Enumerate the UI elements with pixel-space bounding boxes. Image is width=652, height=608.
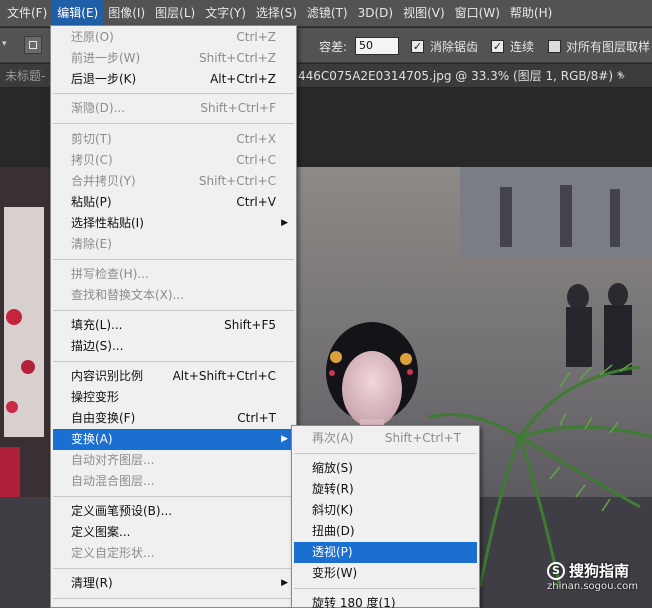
menu-type[interactable]: 文字(Y) <box>200 0 251 27</box>
menu-item-find-replace[interactable]: 查找和替换文本(X)... <box>53 285 294 306</box>
menu-select[interactable]: 选择(S) <box>251 0 302 27</box>
menu-item-distort[interactable]: 扭曲(D) <box>294 521 477 542</box>
menu-item-step-backward[interactable]: 后退一步(K) Alt+Ctrl+Z <box>53 69 294 90</box>
submenu-arrow-icon: ▶ <box>281 218 288 228</box>
menu-item-step-forward[interactable]: 前进一步(W) Shift+Ctrl+Z <box>53 48 294 69</box>
menu-item-define-custom-shape[interactable]: 定义自定形状... <box>53 543 294 564</box>
menu-filter[interactable]: 滤镜(T) <box>302 0 353 27</box>
menu-item-content-aware-scale[interactable]: 内容识别比例 Alt+Shift+Ctrl+C <box>53 366 294 387</box>
menu-item-auto-align-layers[interactable]: 自动对齐图层... <box>53 450 294 471</box>
menu-item-spell-check[interactable]: 拼写检查(H)... <box>53 264 294 285</box>
menu-3d[interactable]: 3D(D) <box>353 0 398 27</box>
watermark-logo-text: 搜狗指南 <box>568 562 629 580</box>
menu-item-rotate[interactable]: 旋转(R) <box>294 479 477 500</box>
tolerance-input[interactable]: 50 <box>355 37 399 55</box>
submenu-arrow-icon: ▶ <box>281 578 288 588</box>
watermark: S 搜狗指南 zhinan.sogou.com <box>546 560 638 592</box>
menu-item-fill[interactable]: 填充(L)... Shift+F5 <box>53 315 294 336</box>
watermark-logo: S 搜狗指南 <box>546 560 638 581</box>
menu-item-paste-special[interactable]: 选择性粘贴(I) ▶ <box>53 213 294 234</box>
menu-item-paste[interactable]: 粘贴(P) Ctrl+V <box>53 192 294 213</box>
menu-item-cut[interactable]: 剪切(T) Ctrl+X <box>53 129 294 150</box>
menu-item-undo[interactable]: 还原(O) Ctrl+Z <box>53 27 294 48</box>
antialias-checkbox[interactable]: ✓ <box>411 40 424 53</box>
menu-edit[interactable]: 编辑(E) <box>52 0 104 27</box>
menu-item-again[interactable]: 再次(A) Shift+Ctrl+T <box>294 428 477 449</box>
tab-untitled[interactable]: 未标题- <box>5 64 45 88</box>
menu-item-fade[interactable]: 渐隐(D)... Shift+Ctrl+F <box>53 98 294 119</box>
menu-item-puppet-warp[interactable]: 操控变形 <box>53 387 294 408</box>
menu-item-free-transform[interactable]: 自由变换(F) Ctrl+T <box>53 408 294 429</box>
menu-item-rotate-180[interactable]: 旋转 180 度(1) <box>294 593 477 608</box>
edit-menu-dropdown: 还原(O) Ctrl+Z 前进一步(W) Shift+Ctrl+Z 后退一步(K) A… <box>50 25 297 608</box>
menu-item-transform[interactable]: 变换(A) ▶ <box>53 429 294 450</box>
menu-item-auto-blend-layers[interactable]: 自动混合图层... <box>53 471 294 492</box>
tolerance-label: 容差: <box>319 40 348 54</box>
tab-overflow-icon[interactable]: » <box>618 64 625 88</box>
menu-item-skew[interactable]: 斜切(K) <box>294 500 477 521</box>
menu-file[interactable]: 文件(F) <box>2 0 52 27</box>
menu-item-define-pattern[interactable]: 定义图案... <box>53 522 294 543</box>
menu-item-purge[interactable]: 清理(R) ▶ <box>53 573 294 594</box>
selection-new-icon[interactable] <box>24 36 42 54</box>
contiguous-checkbox[interactable]: ✓ <box>491 40 504 53</box>
transform-submenu: 再次(A) Shift+Ctrl+T 缩放(S) 旋转(R) 斜切(K) 扭曲(D… <box>291 425 480 608</box>
menu-layer[interactable]: 图层(L) <box>150 0 200 27</box>
sample-all-layers-label: 对所有图层取样 <box>566 40 651 54</box>
menu-item-copy[interactable]: 拷贝(C) Ctrl+C <box>53 150 294 171</box>
contiguous-label: 连续 <box>510 40 535 54</box>
menu-item-stroke[interactable]: 描边(S)... <box>53 336 294 357</box>
menu-item-define-brush[interactable]: 定义画笔预设(B)... <box>53 501 294 522</box>
menu-item-copy-merged[interactable]: 合并拷贝(Y) Shift+Ctrl+C <box>53 171 294 192</box>
tab-current-document[interactable]: 446C075A2E0314705.jpg @ 33.3% (图层 1, RGB… <box>298 64 623 88</box>
antialias-label: 消除锯齿 <box>430 40 479 54</box>
menu-item-perspective[interactable]: 透视(P) <box>294 542 477 563</box>
menu-view[interactable]: 视图(V) <box>398 0 450 27</box>
tool-preset-dropdown-icon[interactable]: ▾ <box>2 39 7 49</box>
menu-help[interactable]: 帮助(H) <box>505 0 557 27</box>
sample-all-layers-checkbox[interactable] <box>548 40 561 53</box>
menu-image[interactable]: 图像(I) <box>103 0 150 27</box>
menu-item-scale[interactable]: 缩放(S) <box>294 458 477 479</box>
menu-window[interactable]: 窗口(W) <box>450 0 505 27</box>
menu-item-warp[interactable]: 变形(W) <box>294 563 477 584</box>
menu-item-clear[interactable]: 清除(E) <box>53 234 294 255</box>
watermark-url: zhinan.sogou.com <box>546 581 638 592</box>
sogou-s-icon: S <box>546 561 565 580</box>
menu-bar: 文件(F) 编辑(E) 图像(I) 图层(L) 文字(Y) 选择(S) 滤镜(T… <box>0 0 652 27</box>
submenu-arrow-icon: ▶ <box>281 434 288 444</box>
